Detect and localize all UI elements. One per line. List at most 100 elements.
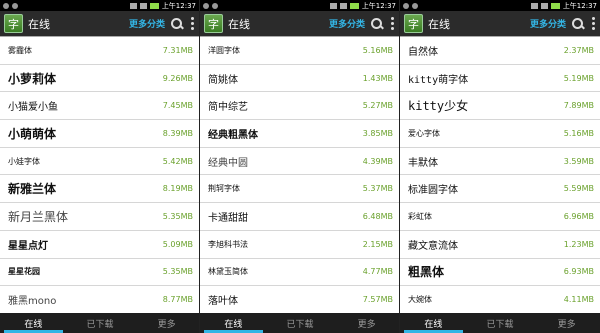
usb-icon (3, 2, 9, 9)
font-list-item[interactable]: 自然体 2.37MB (400, 37, 600, 65)
overflow-menu-icon[interactable] (590, 17, 596, 30)
font-size-label: 5.27MB (362, 101, 393, 111)
font-list-item[interactable]: 雅黑mono 8.77MB (0, 286, 199, 313)
font-list-item[interactable]: 新月兰黑体 5.35MB (0, 203, 199, 231)
font-list-item[interactable]: 简中综艺 5.27MB (200, 92, 399, 121)
font-list-item[interactable]: 星星点灯 5.09MB (0, 231, 199, 259)
font-list-item[interactable]: 标准圆字体 5.59MB (400, 175, 600, 204)
font-list-item[interactable]: 小猫爱小鱼 7.45MB (0, 92, 199, 121)
wifi-icon (129, 2, 137, 9)
tab-more[interactable]: 更多 (333, 313, 399, 333)
font-size-label: 4.39MB (362, 156, 393, 166)
font-size-label: 1.43MB (362, 73, 393, 83)
status-bar: 上午12:37 (400, 0, 600, 11)
font-name: 洋圆字体 (208, 45, 240, 55)
tab-downloaded[interactable]: 已下载 (467, 313, 534, 333)
font-list-item[interactable]: 林黛玉简体 4.77MB (200, 259, 399, 287)
tab-downloaded[interactable]: 已下载 (67, 313, 134, 333)
font-size-label: 1.23MB (563, 239, 594, 249)
signal-icon (540, 2, 548, 9)
font-list-item[interactable]: 新雅兰体 8.19MB (0, 175, 199, 204)
font-size-label: 8.77MB (162, 295, 193, 305)
font-size-label: 7.57MB (362, 295, 393, 305)
font-list-item[interactable]: 洋圆字体 5.16MB (200, 37, 399, 65)
font-name: 简中综艺 (208, 102, 248, 114)
tab-more[interactable]: 更多 (133, 313, 199, 333)
font-list-item[interactable]: 大婉体 4.11MB (400, 286, 600, 313)
font-list-item[interactable]: 荆轲字体 5.37MB (200, 175, 399, 204)
font-list-item[interactable]: 李旭科书法 2.15MB (200, 231, 399, 259)
font-name: 经典粗黑体 (208, 129, 258, 141)
overflow-menu-icon[interactable] (189, 17, 195, 30)
status-bar: 上午12:37 (200, 0, 399, 11)
font-size-label: 5.35MB (162, 211, 193, 221)
font-size-label: 8.19MB (162, 184, 193, 194)
font-size-label: 3.85MB (362, 128, 393, 138)
status-time: 上午12:37 (161, 1, 196, 10)
font-list-item[interactable]: 星星花园 5.35MB (0, 259, 199, 287)
font-list-item[interactable]: 落叶体 7.57MB (200, 286, 399, 313)
tab-more[interactable]: 更多 (533, 313, 600, 333)
font-list-item[interactable]: 粗黑体 6.93MB (400, 259, 600, 287)
font-name: 小萌萌体 (8, 126, 57, 141)
tab-online[interactable]: 在线 (200, 313, 267, 333)
action-bar: 字 在线 更多分类 (0, 11, 199, 36)
font-list-item[interactable]: 小娃字体 5.42MB (0, 148, 199, 176)
phone-screen-1: 上午12:37 字 在线 更多分类 雾霾体 7.31MB 小萝莉体 9.26MB 小猫爱… (0, 0, 200, 333)
font-size-label: 5.42MB (162, 156, 193, 166)
font-size-label: 5.37MB (362, 184, 393, 194)
font-list-item[interactable]: 简姚体 1.43MB (200, 65, 399, 93)
font-name: 小猫爱小鱼 (8, 102, 58, 114)
font-name: 卡通甜甜 (208, 212, 248, 224)
font-list-item[interactable]: 彩虹体 6.96MB (400, 203, 600, 231)
phone-screen-3: 上午12:37 字 在线 更多分类 自然体 2.37MB kitty萌字体 5.19M… (400, 0, 600, 333)
more-categories-button[interactable]: 更多分类 (129, 17, 165, 30)
font-list-item[interactable]: 小萌萌体 8.39MB (0, 120, 199, 148)
notification-icon (412, 2, 418, 9)
font-list-item[interactable]: 经典中圆 4.39MB (200, 148, 399, 176)
tab-downloaded[interactable]: 已下载 (267, 313, 334, 333)
font-name: 经典中圆 (208, 157, 248, 169)
font-size-label: 2.37MB (563, 45, 594, 55)
font-list-item[interactable]: 藏文意流体 1.23MB (400, 231, 600, 259)
font-list: 自然体 2.37MB kitty萌字体 5.19MB kitty少女 7.89MB 爱心字体… (400, 36, 600, 313)
font-name: 彩虹体 (408, 211, 432, 221)
wifi-icon (530, 2, 538, 9)
font-name: 小萝莉体 (8, 71, 57, 86)
font-list-item[interactable]: kitty少女 7.89MB (400, 92, 600, 121)
font-name: 大婉体 (408, 295, 432, 305)
search-icon[interactable] (170, 17, 184, 31)
battery-icon (550, 2, 560, 9)
font-name: 小娃字体 (8, 156, 40, 166)
font-size-label: 5.16MB (362, 45, 393, 55)
font-list-item[interactable]: 爱心字体 5.16MB (400, 120, 600, 148)
tab-online[interactable]: 在线 (400, 313, 467, 333)
font-list-item[interactable]: 雾霾体 7.31MB (0, 37, 199, 65)
more-categories-button[interactable]: 更多分类 (530, 17, 566, 30)
font-list-item[interactable]: 经典粗黑体 3.85MB (200, 120, 399, 148)
app-logo-icon[interactable]: 字 (404, 14, 423, 33)
tab-online[interactable]: 在线 (0, 313, 67, 333)
font-list-item[interactable]: 丰默体 3.59MB (400, 148, 600, 176)
more-categories-button[interactable]: 更多分类 (329, 17, 365, 30)
usb-icon (203, 2, 209, 9)
app-logo-icon[interactable]: 字 (4, 14, 23, 33)
font-name: kitty萌字体 (408, 74, 469, 86)
font-name: 星星花园 (8, 267, 40, 277)
font-name: 新月兰黑体 (8, 209, 69, 224)
font-size-label: 9.26MB (162, 73, 193, 83)
usb-icon (403, 2, 409, 9)
notification-icon (12, 2, 18, 9)
font-size-label: 4.11MB (563, 295, 594, 305)
font-name: 丰默体 (408, 157, 438, 169)
overflow-menu-icon[interactable] (389, 17, 395, 30)
notification-icon (212, 2, 218, 9)
font-list-item[interactable]: kitty萌字体 5.19MB (400, 65, 600, 93)
app-logo-icon[interactable]: 字 (204, 14, 223, 33)
font-list-item[interactable]: 卡通甜甜 6.48MB (200, 203, 399, 231)
battery-icon (349, 2, 359, 9)
font-list-item[interactable]: 小萝莉体 9.26MB (0, 65, 199, 93)
search-icon[interactable] (571, 17, 585, 31)
search-icon[interactable] (370, 17, 384, 31)
battery-icon (149, 2, 159, 9)
